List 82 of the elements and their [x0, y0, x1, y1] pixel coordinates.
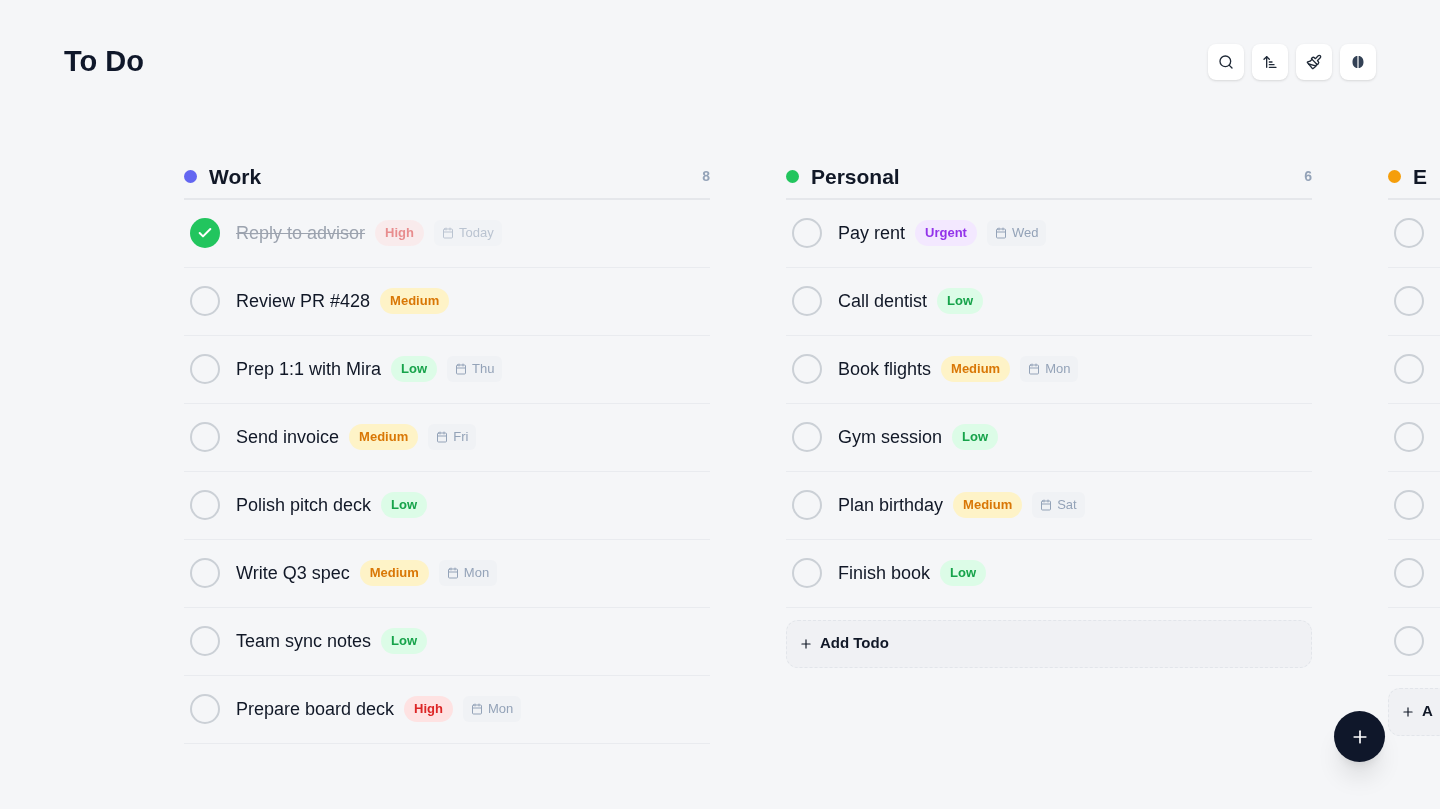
checkbox[interactable] [190, 558, 220, 588]
calendar-icon [471, 703, 483, 715]
task-title: Review PR #428 [236, 289, 371, 313]
checkbox[interactable] [792, 422, 822, 452]
task-title: Prep 1:1 with Mira [236, 357, 382, 381]
sort-icon [1262, 53, 1278, 70]
calendar-icon [436, 431, 449, 443]
task-title: Plan birthday [838, 493, 944, 517]
priority-tag: Low [391, 356, 438, 382]
due-date: Sat [1032, 492, 1085, 518]
priority-tag: Low [381, 492, 428, 518]
checkbox[interactable] [792, 558, 822, 588]
priority-tag: Medium [359, 560, 429, 586]
brush-icon [1306, 53, 1322, 70]
priority-tag: Medium [941, 356, 1011, 382]
due-date: Mon [463, 696, 522, 722]
page-title: To Do [64, 44, 144, 79]
checkbox[interactable] [190, 694, 220, 724]
checkbox[interactable] [1394, 490, 1424, 520]
sort-button[interactable] [1252, 43, 1288, 80]
brush-button[interactable] [1296, 43, 1332, 80]
calendar-icon [1028, 363, 1041, 375]
column-title: E [1413, 163, 1428, 190]
priority-tag: Medium [953, 492, 1023, 518]
checkbox[interactable] [792, 218, 822, 248]
checkbox[interactable] [792, 354, 822, 384]
priority-tag: Low [940, 560, 987, 586]
task-title: Finish book [838, 561, 931, 585]
task-title: Reply to advisor [236, 221, 366, 245]
checkbox[interactable] [1394, 286, 1424, 316]
checkbox[interactable] [190, 422, 220, 452]
priority-tag: Medium [349, 424, 419, 450]
task-title: Polish pitch deck [236, 493, 372, 517]
due-date: Wed [986, 220, 1047, 246]
task-title: Gym session [838, 425, 943, 449]
checkbox[interactable] [1394, 422, 1424, 452]
checkbox[interactable] [792, 286, 822, 316]
checkbox[interactable] [190, 354, 220, 384]
due-date: Thu [447, 356, 503, 382]
add-fab[interactable] [1334, 711, 1385, 762]
checkbox[interactable] [190, 286, 220, 316]
task-title: Book flights [838, 357, 932, 381]
plus-icon [799, 636, 813, 651]
column-title: Work [209, 163, 263, 190]
due-date: Mon [1020, 356, 1079, 382]
calendar-icon [455, 363, 468, 375]
task-title: Call dentist [838, 289, 928, 313]
plus-icon [1401, 704, 1415, 719]
add-todo-button[interactable]: A [1388, 687, 1440, 736]
checkbox[interactable] [1394, 558, 1424, 588]
priority-tag: Low [952, 424, 999, 450]
priority-tag: High [375, 220, 424, 246]
priority-tag: Urgent [915, 220, 977, 246]
task-count: 8 [702, 167, 710, 186]
checkbox[interactable] [190, 218, 220, 248]
column-title: Personal [811, 163, 901, 190]
add-todo-button[interactable]: Add Todo [786, 619, 1312, 668]
priority-tag: High [404, 696, 453, 722]
task-title: Team sync notes [236, 629, 372, 653]
calendar-icon [441, 227, 454, 239]
checkbox[interactable] [1394, 354, 1424, 384]
task-title: Send invoice [236, 425, 340, 449]
task-title: Prepare board deck [236, 697, 395, 721]
checkbox[interactable] [792, 490, 822, 520]
checkbox[interactable] [190, 490, 220, 520]
search-button[interactable] [1208, 43, 1244, 80]
priority-tag: Low [937, 288, 984, 314]
due-date: Fri [428, 424, 477, 450]
priority-tag: Medium [380, 288, 450, 314]
search-icon [1218, 53, 1234, 70]
due-date: Mon [438, 560, 498, 586]
checkbox[interactable] [1394, 218, 1424, 248]
task-title: Write Q3 spec [236, 561, 350, 585]
checkbox[interactable] [1394, 626, 1424, 656]
task-count: 6 [1304, 167, 1312, 186]
brain-button[interactable] [1340, 43, 1376, 80]
task-title: Pay rent [838, 221, 906, 245]
calendar-icon [446, 567, 459, 579]
calendar-icon [1040, 499, 1053, 511]
priority-tag: Low [381, 628, 428, 654]
checkbox[interactable] [190, 626, 220, 656]
calendar-icon [994, 227, 1007, 239]
